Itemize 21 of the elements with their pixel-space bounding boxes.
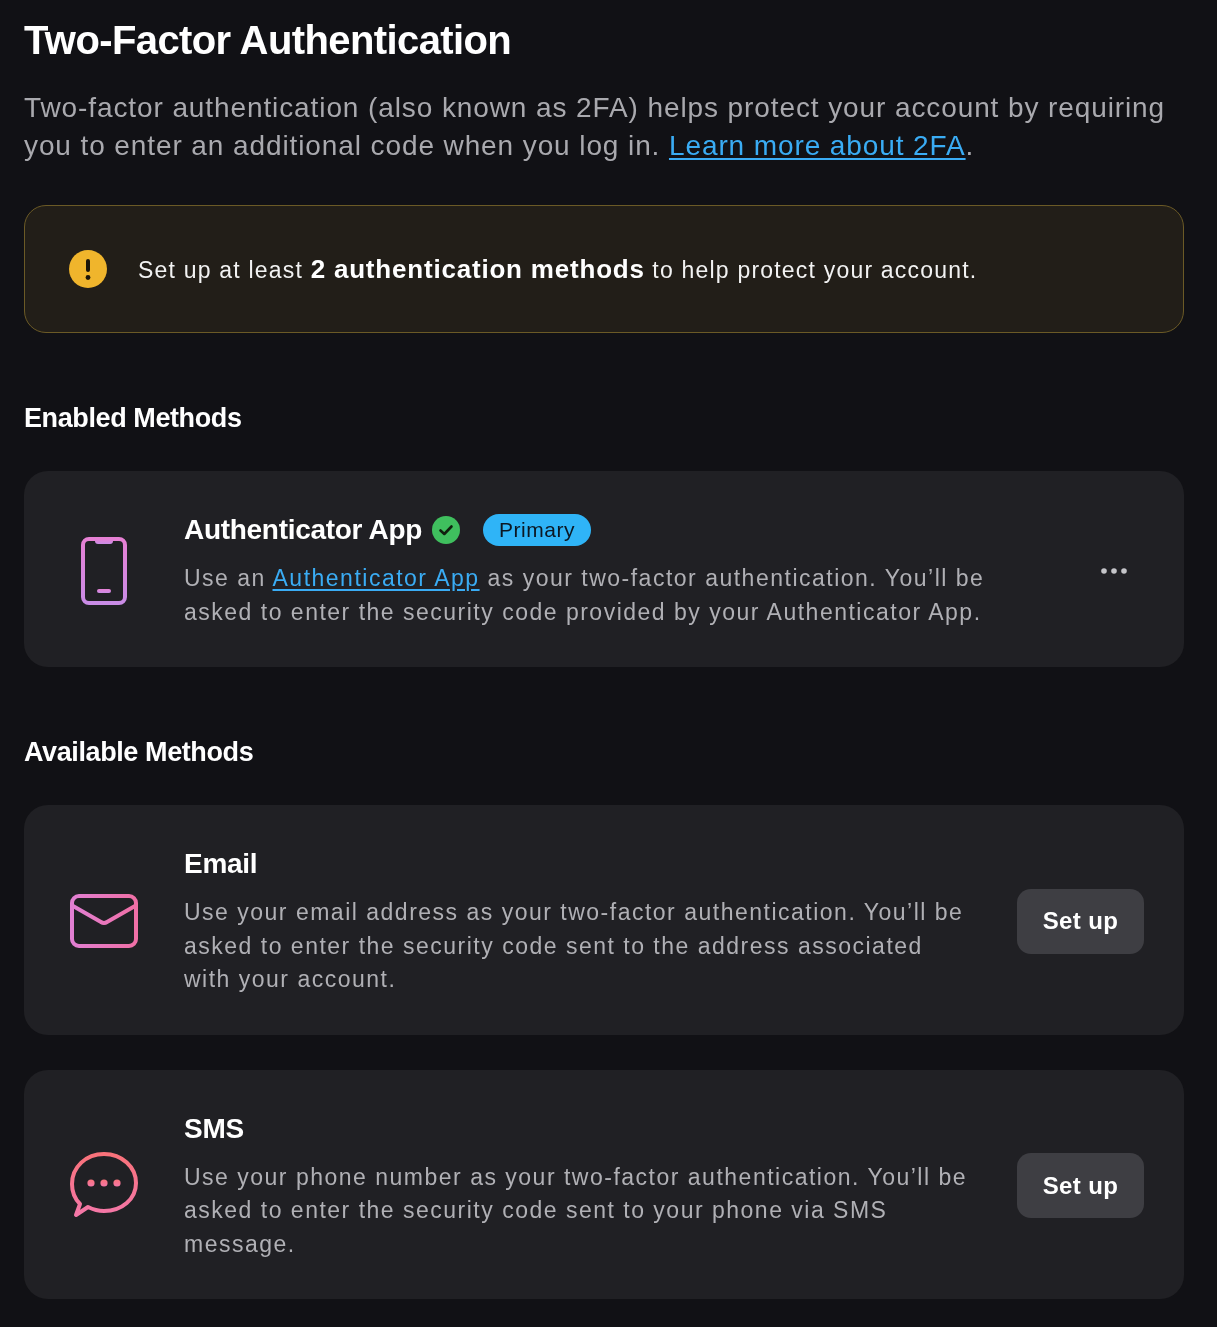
method-link[interactable]: Authenticator App — [272, 565, 480, 591]
set-up-button[interactable]: Set up — [1017, 1153, 1144, 1219]
method-title: SMS — [184, 1111, 244, 1146]
primary-badge: Primary — [483, 514, 591, 546]
smartphone-icon — [81, 536, 127, 605]
set-up-button[interactable]: Set up — [1017, 888, 1144, 954]
section-heading: Available Methods — [24, 736, 254, 769]
section-heading: Enabled Methods — [24, 402, 242, 435]
method-description: Use an Authenticator App as your two-factor authentication. You’ll be asked to enter the security code provided by your Authenticator App. — [184, 564, 986, 627]
envelope-icon — [70, 894, 138, 949]
method-description: Use your email address as your two-factor authentication. You’ll be asked to enter the security code sent to the address associated with your account. — [184, 898, 965, 994]
method-title: Authenticator App — [184, 513, 423, 547]
method-title: Email — [184, 847, 258, 881]
notice-text: Set up at least 2 authentication methods to help protect your account. — [138, 253, 978, 285]
chat-bubble-icon — [70, 1151, 138, 1220]
more-options-icon[interactable] — [1101, 567, 1127, 574]
method-description: Use your phone number as your two-factor authentication. You’ll be asked to enter the security code sent to your phone via SMS message. — [184, 1162, 969, 1259]
warning-icon — [69, 250, 107, 288]
intro-paragraph: Two-factor authentication (also known as 2FA) helps protect your account by requiring you to enter an additional code when you log in. Learn more about 2FA. — [24, 91, 1167, 163]
learn-more-link[interactable]: Learn more about 2FA — [668, 130, 966, 161]
page-title: Two-Factor Authentication — [24, 17, 512, 64]
